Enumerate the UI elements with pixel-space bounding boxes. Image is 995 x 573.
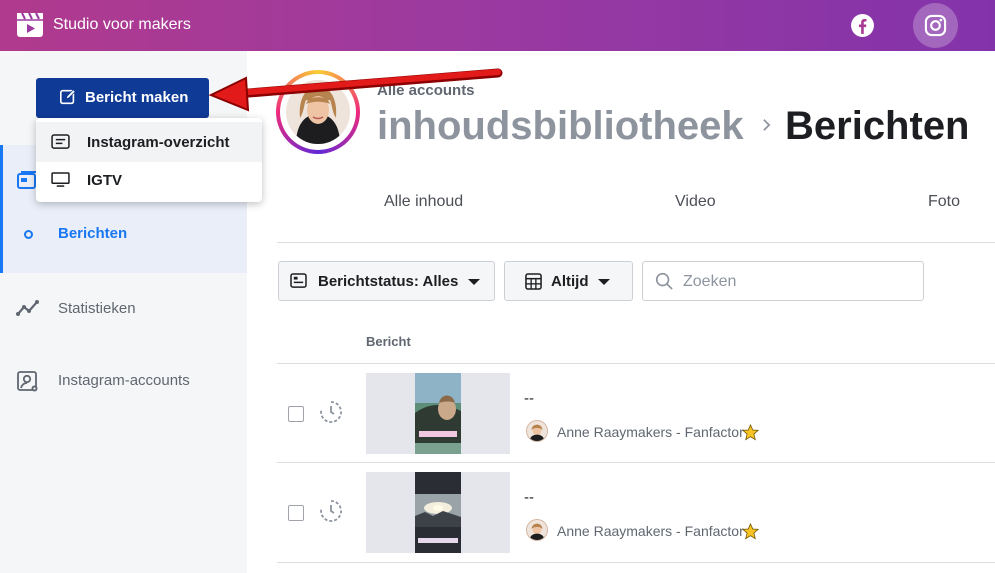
circle-icon — [24, 230, 33, 239]
post-image — [415, 472, 461, 553]
menu-item-label: Instagram-overzicht — [87, 134, 230, 151]
tab-all-content[interactable]: Alle inhoud — [384, 193, 463, 211]
create-post-menu: Instagram-overzicht IGTV — [36, 118, 262, 202]
account-name: Anne Raaymakers - Fanfactor — [557, 424, 744, 440]
account-avatar-small — [526, 519, 548, 541]
edit-icon — [59, 89, 76, 105]
sidebar-item-instagram-accounts[interactable]: Instagram-accounts — [0, 361, 247, 401]
post-image — [415, 373, 461, 454]
sidebar-item-label: Instagram-accounts — [58, 372, 190, 389]
all-accounts-label: Alle accounts — [377, 82, 475, 99]
breadcrumb-content-library[interactable]: inhoudsbibliotheek — [377, 104, 744, 149]
instagram-tab[interactable] — [913, 3, 958, 48]
row-divider — [277, 562, 995, 563]
row-checkbox[interactable] — [288, 406, 304, 422]
tab-video[interactable]: Video — [675, 193, 716, 211]
post-status-label: Berichtstatus: Alles — [318, 273, 459, 290]
facebook-icon[interactable] — [850, 13, 875, 38]
post-title: -- — [524, 489, 534, 506]
caret-down-icon — [468, 279, 480, 285]
scheduled-clock-icon — [320, 401, 342, 423]
app-title: Studio voor makers — [53, 16, 191, 33]
tab-photo[interactable]: Foto — [928, 193, 960, 211]
sidebar-item-berichten[interactable]: Berichten — [0, 214, 247, 254]
post-thumbnail[interactable] — [366, 373, 510, 454]
top-bar: Studio voor makers — [0, 0, 995, 51]
instagram-icon — [924, 14, 947, 37]
account-avatar — [276, 70, 360, 154]
search-icon — [655, 272, 673, 290]
sidebar-item-statistieken[interactable]: Statistieken — [0, 289, 247, 329]
calendar-icon — [525, 273, 542, 290]
menu-item-instagram-feed[interactable]: Instagram-overzicht — [36, 122, 262, 162]
create-post-button[interactable]: Bericht maken — [36, 78, 209, 118]
status-card-icon — [290, 273, 307, 288]
caret-down-icon — [598, 279, 610, 285]
tabs-divider — [277, 242, 995, 243]
post-status-filter[interactable]: Berichtstatus: Alles — [278, 261, 495, 301]
account-settings-icon — [17, 371, 38, 392]
column-header-post: Bericht — [366, 334, 411, 349]
post-title: -- — [524, 390, 534, 407]
chart-line-icon — [16, 300, 39, 316]
post-thumbnail[interactable] — [366, 472, 510, 553]
table-row[interactable]: -- Anne Raaymakers - Fanfactor — [277, 364, 995, 462]
search-box — [642, 261, 924, 301]
date-range-label: Altijd — [551, 273, 589, 290]
sidebar-item-label: Berichten — [58, 225, 128, 242]
chevron-right-icon — [763, 119, 771, 131]
page-title: Berichten — [785, 104, 970, 148]
create-post-label: Bericht maken — [85, 89, 189, 106]
profile-photo — [286, 80, 350, 144]
star-icon — [742, 523, 759, 540]
menu-item-igtv[interactable]: IGTV — [36, 160, 262, 200]
menu-item-label: IGTV — [87, 172, 123, 189]
sidebar-item-label: Statistieken — [58, 300, 136, 317]
account-name: Anne Raaymakers - Fanfactor — [557, 523, 744, 539]
account-avatar-small — [526, 420, 548, 442]
search-input[interactable] — [683, 271, 913, 293]
row-checkbox[interactable] — [288, 505, 304, 521]
studio-logo-icon — [17, 12, 43, 37]
scheduled-clock-icon — [320, 500, 342, 522]
table-row[interactable]: -- Anne Raaymakers - Fanfactor — [277, 463, 995, 561]
date-range-filter[interactable]: Altijd — [504, 261, 633, 301]
tv-icon — [51, 172, 70, 187]
feed-icon — [51, 134, 70, 149]
star-icon — [742, 424, 759, 441]
